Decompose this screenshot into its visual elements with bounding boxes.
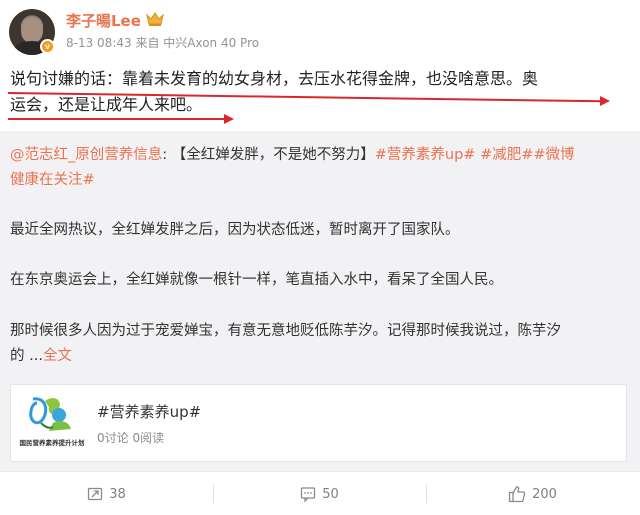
repost-container: @范志红_原创营养信息: 【全红婵发胖，不是她不努力】#营养素养up# #减肥#… xyxy=(0,131,640,511)
crown-icon xyxy=(146,12,164,26)
repost-header: @范志红_原创营养信息: 【全红婵发胖，不是她不努力】#营养素养up# #减肥#… xyxy=(10,147,575,188)
post-text: 说句讨嫌的话：靠着未发育的幼女身材，去压水花得金牌，也没啥意思。奥 运会，还是让… xyxy=(10,66,632,118)
like-button[interactable]: 200 xyxy=(426,472,639,515)
hashtag-weibo-health-cont[interactable]: 健康在关注# xyxy=(10,172,95,188)
repost-count: 38 xyxy=(109,486,126,502)
nutrition-logo-icon xyxy=(29,397,71,431)
topic-card[interactable]: 国民营养素养提升计划 #营养素养up# 0讨论 0阅读 xyxy=(10,384,627,462)
like-count: 200 xyxy=(532,486,557,502)
full-text-link[interactable]: 全文 xyxy=(43,348,72,364)
author-name[interactable]: 李子暘Lee xyxy=(66,10,141,31)
repost-paragraph-3: 那时候很多人因为过于宠爱婵宝，有意无意地贬低陈芋汐。记得那时候我说过，陈芋汐 的… xyxy=(10,323,561,364)
repost-button[interactable]: 38 xyxy=(0,472,213,515)
post-header: v 李子暘Lee 8-13 08:43 来自 中兴Axon 40 Pro xyxy=(0,0,640,58)
action-bar: 38 50 200 xyxy=(0,471,640,515)
comment-button[interactable]: 50 xyxy=(213,472,426,515)
repost-title: 【全红婵发胖，不是她不努力】 xyxy=(171,147,375,163)
post-meta: 8-13 08:43 来自 中兴Axon 40 Pro xyxy=(66,36,260,50)
topic-title: #营养素养up# xyxy=(97,403,202,421)
repost-paragraph-2: 在东京奥运会上，全红婵就像一根针一样，笔直插入水中，看呆了全国人民。 xyxy=(10,272,503,288)
verified-badge-icon: v xyxy=(40,39,55,54)
repost-paragraph-1: 最近全网热议，全红婵发胖之后，因为状态低迷，暂时离开了国家队。 xyxy=(10,222,460,238)
topic-stats: 0讨论 0阅读 xyxy=(97,431,165,445)
logo-caption: 国民营养素养提升计划 xyxy=(19,439,85,447)
mention-link[interactable]: @范志红_原创营养信息 xyxy=(10,147,162,163)
annotation-arrow-2 xyxy=(224,114,234,124)
thumbs-up-icon xyxy=(508,486,526,503)
comment-icon xyxy=(301,487,316,502)
hashtag-weightloss[interactable]: #减肥# xyxy=(480,147,533,163)
topic-logo: 国民营养素养提升计划 xyxy=(19,393,85,453)
annotation-line-2 xyxy=(8,118,226,120)
annotation-arrow-1 xyxy=(600,96,610,106)
post-line-1: 说句讨嫌的话：靠着未发育的幼女身材，去压水花得金牌，也没啥意思。奥 xyxy=(10,69,539,88)
comment-count: 50 xyxy=(322,486,339,502)
repost-icon xyxy=(88,487,103,501)
hashtag-nutrition[interactable]: #营养素养up# xyxy=(375,147,476,163)
hashtag-weibo-health[interactable]: #微博 xyxy=(533,147,574,163)
